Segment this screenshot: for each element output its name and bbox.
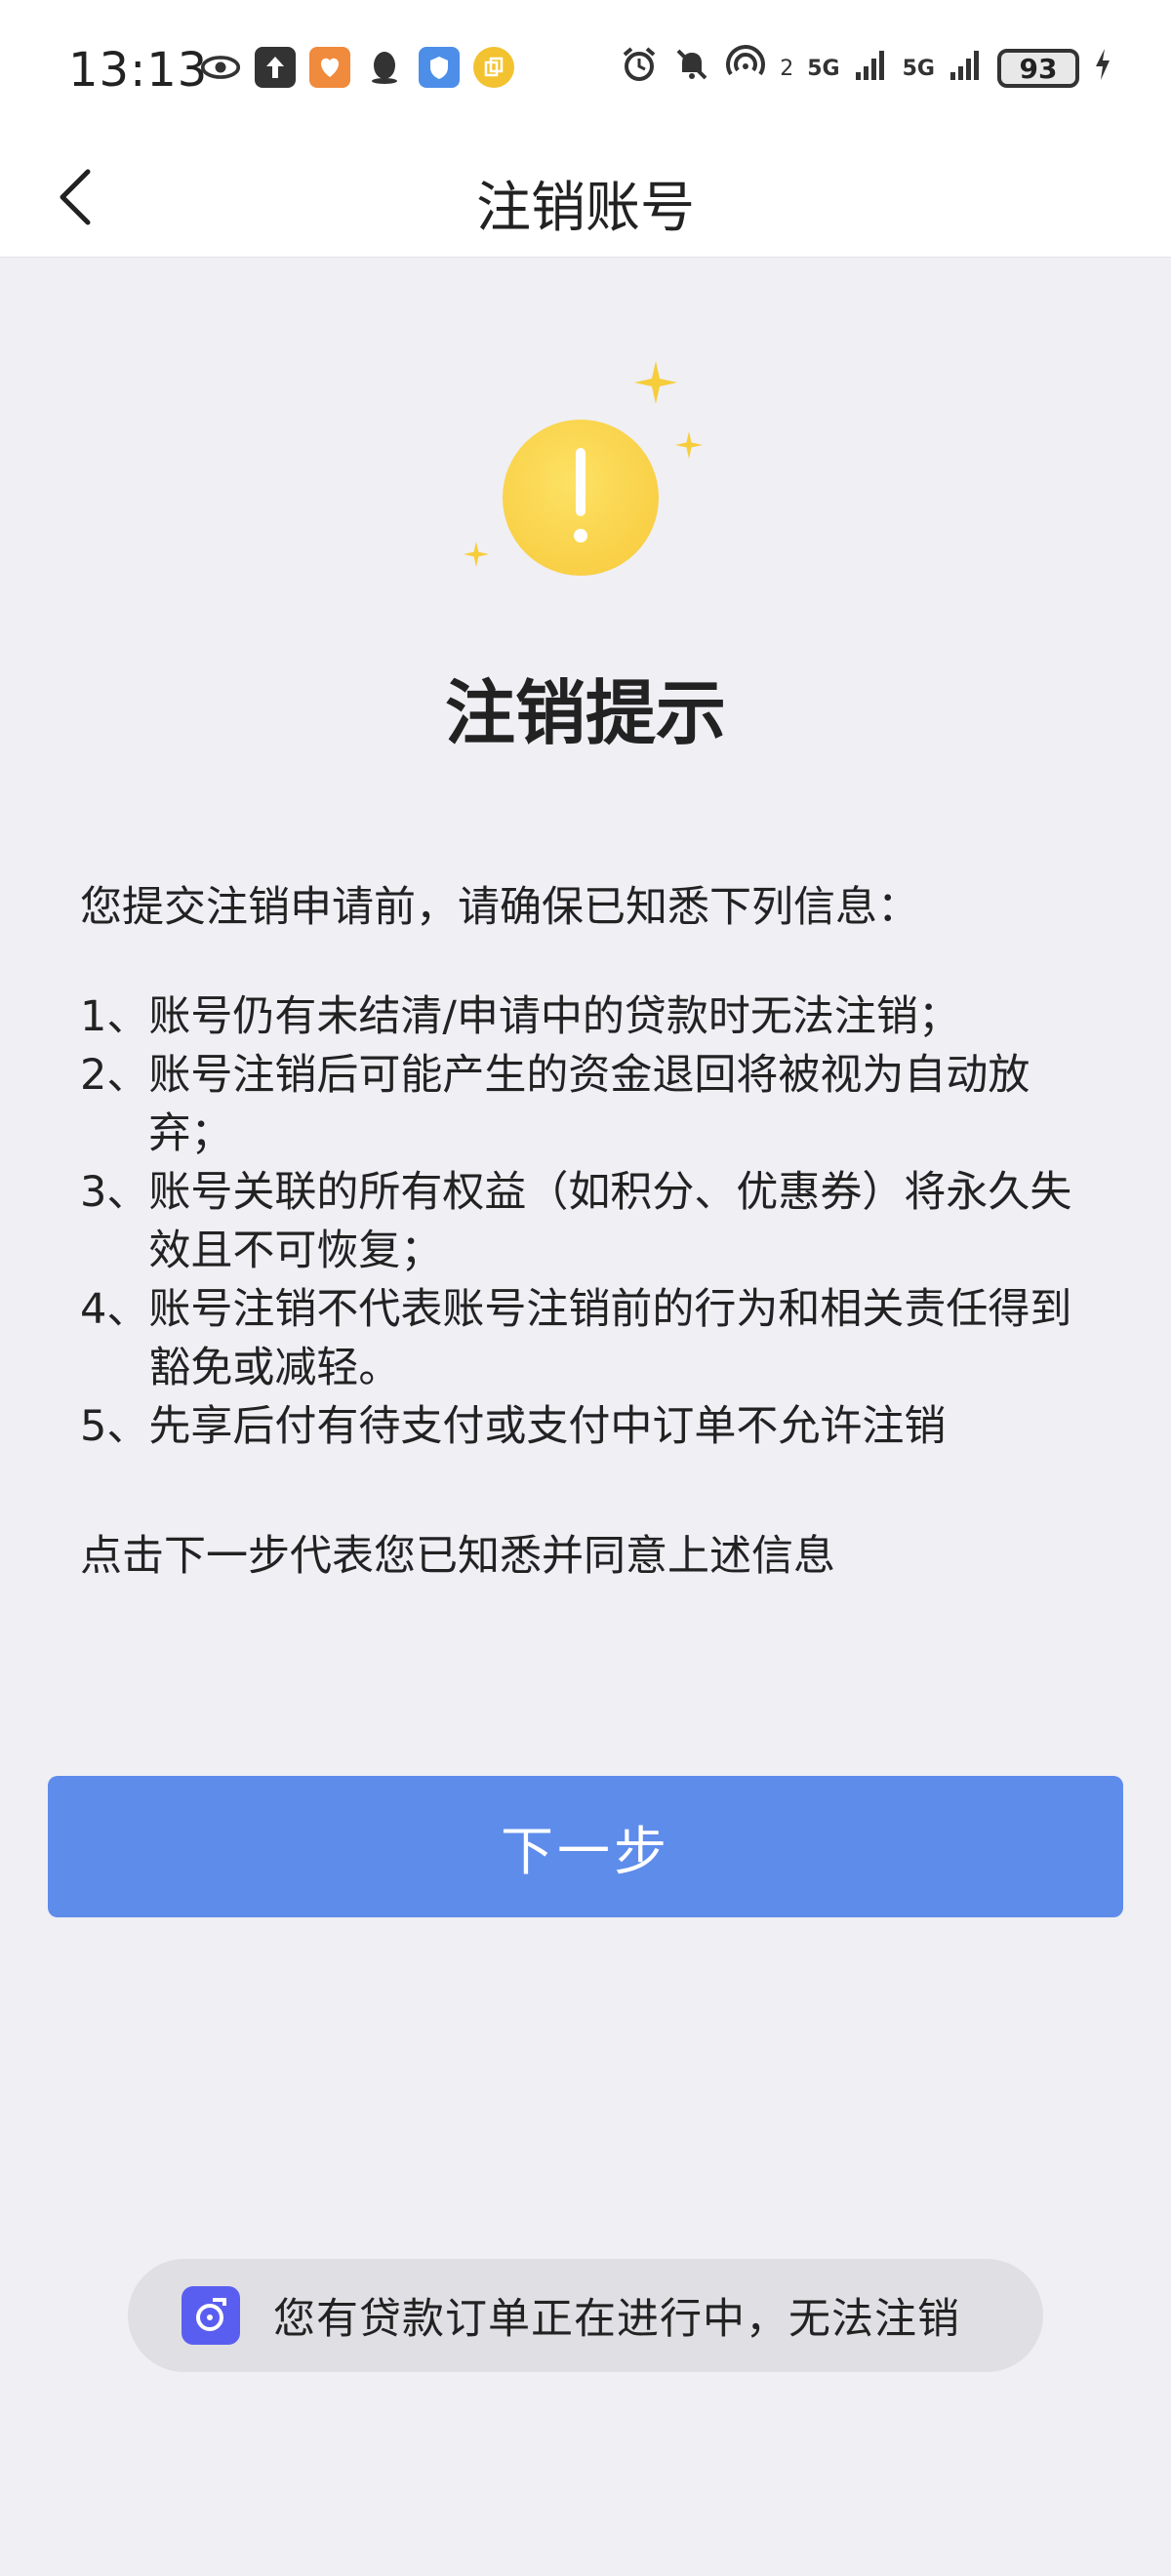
notice-item-text: 账号关联的所有权益（如积分、优惠券）将永久失效且不可恢复； — [148, 1168, 1072, 1275]
notification-icons — [200, 47, 514, 88]
notice-item-number: 1、 — [80, 992, 149, 1041]
warning-icon — [503, 420, 659, 576]
security-app-icon — [419, 47, 460, 88]
toast-message: 您有贷款订单正在进行中，无法注销 — [128, 2259, 1043, 2372]
sparkle-left-icon — [464, 542, 489, 567]
notice-item: 2、 账号注销后可能产生的资金退回将被视为自动放弃； — [80, 1046, 1095, 1163]
notice-list: 1、 账号仍有未结清/申请中的贷款时无法注销； 2、 账号注销后可能产生的资金退… — [80, 987, 1095, 1456]
heart-app-icon — [309, 47, 350, 88]
notice-item-number: 4、 — [80, 1285, 149, 1334]
app-logo-icon — [182, 2286, 240, 2345]
network-5g-label-2: 5G — [902, 56, 935, 81]
mute-icon — [672, 45, 711, 92]
notice-item-text: 账号注销后可能产生的资金退回将被视为自动放弃； — [148, 1051, 1030, 1158]
network-5g-label: 5G — [807, 56, 840, 81]
status-bar: 13:13 2 5G 5G 93 — [0, 0, 1171, 137]
sparkle-icon — [634, 361, 677, 404]
notice-item: 3、 账号关联的所有权益（如积分、优惠券）将永久失效且不可恢复； — [80, 1163, 1095, 1280]
notice-item-number: 3、 — [80, 1168, 149, 1217]
system-status-icons: 2 5G 5G 93 — [620, 45, 1112, 92]
charging-icon — [1093, 47, 1112, 90]
next-step-button[interactable]: 下一步 — [48, 1776, 1123, 1917]
notice-item-number: 5、 — [80, 1402, 149, 1451]
penguin-icon — [364, 47, 405, 88]
notice-item-text: 账号注销不代表账号注销前的行为和相关责任得到豁免或减轻。 — [148, 1285, 1072, 1392]
notice-item-number: 2、 — [80, 1051, 149, 1100]
notice-item: 1、 账号仍有未结清/申请中的贷款时无法注销； — [80, 987, 1095, 1046]
notice-item: 5、 先享后付有待支付或支付中订单不允许注销 — [80, 1397, 1095, 1456]
app-root: 13:13 2 5G 5G 93 注销账号 注销提示 您提交注销申请前，请确保已… — [0, 0, 1171, 2576]
notice-intro: 您提交注销申请前，请确保已知悉下列信息： — [80, 883, 919, 932]
notice-item-text: 账号仍有未结清/申请中的贷款时无法注销； — [148, 992, 960, 1041]
notice-item-text: 先享后付有待支付或支付中订单不允许注销 — [148, 1402, 947, 1451]
alarm-icon — [620, 45, 659, 92]
copy-app-icon — [473, 47, 514, 88]
hero-title: 注销提示 — [444, 672, 726, 754]
hotspot-icon — [725, 45, 766, 92]
eye-icon — [200, 47, 241, 88]
notice-footer: 点击下一步代表您已知悉并同意上述信息 — [80, 1532, 835, 1581]
toast-text: 您有贷款订单正在进行中，无法注销 — [273, 2295, 960, 2344]
upload-icon — [255, 47, 296, 88]
signal-icon — [854, 47, 889, 90]
network-2-label: 2 — [780, 56, 794, 81]
battery-indicator: 93 — [997, 49, 1079, 88]
signal-icon-2 — [949, 47, 984, 90]
page-title: 注销账号 — [476, 177, 695, 240]
sparkle-small-icon — [675, 431, 703, 459]
warning-illustration — [449, 361, 722, 595]
notice-item: 4、 账号注销不代表账号注销前的行为和相关责任得到豁免或减轻。 — [80, 1280, 1095, 1397]
status-time: 13:13 — [68, 43, 209, 98]
nav-bar: 注销账号 — [0, 137, 1171, 258]
